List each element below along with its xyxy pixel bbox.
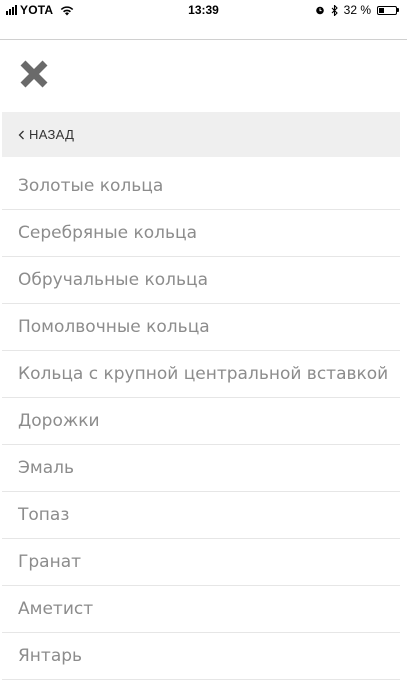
status-right: 32 % (315, 3, 399, 17)
back-button[interactable]: НАЗАД (2, 112, 400, 157)
menu-item-amber[interactable]: Янтарь (2, 633, 400, 680)
menu-item-engagement-rings[interactable]: Помолвочные кольца (2, 304, 400, 351)
header-divider (0, 39, 407, 40)
menu-item-enamel[interactable]: Эмаль (2, 445, 400, 492)
menu-item-large-center-stone-rings[interactable]: Кольца с крупной центральной вставкой (2, 351, 400, 398)
chevron-left-icon (18, 130, 25, 140)
close-icon (20, 60, 48, 88)
menu-item-amethyst[interactable]: Аметист (2, 586, 400, 633)
status-bar: YOTA 13:39 32 % (0, 0, 407, 20)
bluetooth-icon (331, 4, 338, 16)
battery-percent: 32 % (343, 3, 371, 17)
battery-icon (377, 5, 399, 15)
menu-item-gold-rings[interactable]: Золотые кольца (2, 163, 400, 210)
category-menu: Золотые кольца Серебряные кольца Обручал… (2, 163, 400, 680)
close-button[interactable] (18, 58, 50, 90)
menu-item-topaz[interactable]: Топаз (2, 492, 400, 539)
back-label: НАЗАД (29, 127, 75, 142)
menu-item-wedding-rings[interactable]: Обручальные кольца (2, 257, 400, 304)
menu-item-eternity-bands[interactable]: Дорожки (2, 398, 400, 445)
menu-item-silver-rings[interactable]: Серебряные кольца (2, 210, 400, 257)
menu-item-garnet[interactable]: Гранат (2, 539, 400, 586)
alarm-icon (315, 6, 324, 15)
